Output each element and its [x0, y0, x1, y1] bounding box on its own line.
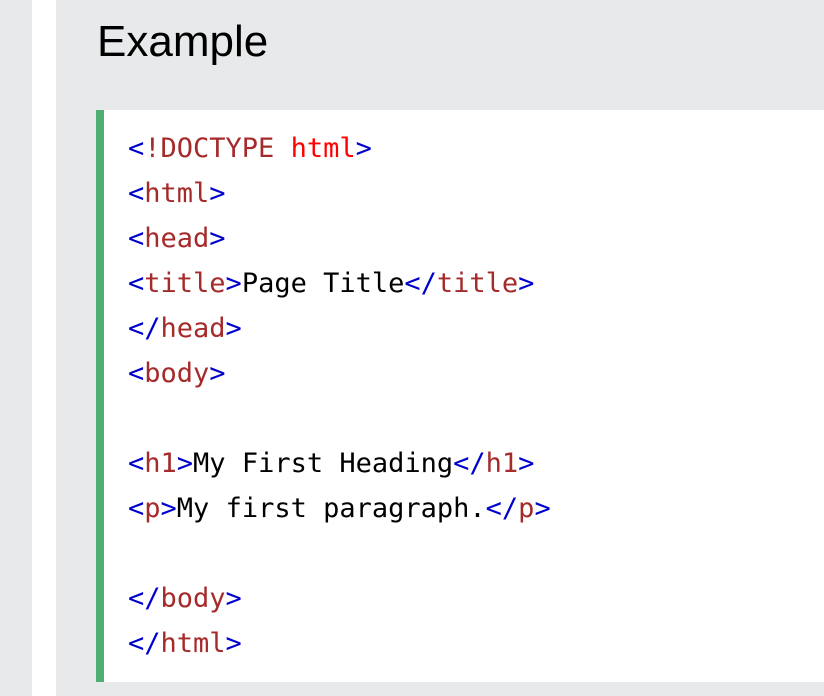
code-line: <head>: [128, 216, 551, 261]
code-token-text: My First Heading: [193, 448, 454, 479]
code-token-tag: h1: [485, 448, 519, 479]
code-token-bracket: <: [128, 178, 145, 209]
code-token-bracket: >: [176, 448, 194, 479]
code-line: <h1>My First Heading</h1>: [128, 441, 551, 486]
code-token-bracket: >: [225, 268, 242, 299]
code-token-bracket: <: [128, 448, 145, 479]
code-line: </html>: [128, 621, 551, 666]
code-line: </body>: [128, 576, 551, 621]
code-token-bracket: >: [160, 493, 177, 524]
code-token-tag: body: [144, 358, 210, 389]
code-token-bracket: >: [518, 448, 535, 479]
code-token-text: My first paragraph.: [176, 493, 486, 524]
code-token-bracket: </: [128, 583, 161, 614]
html-code[interactable]: <!DOCTYPE html> <html> <head> <title>Page T…: [128, 126, 551, 666]
code-token-tag: head: [144, 223, 210, 254]
code-token-tag: title: [436, 268, 519, 299]
code-token-bracket: </: [453, 448, 486, 479]
code-token-tag: title: [144, 268, 226, 299]
code-token-tag: html: [160, 628, 226, 659]
code-line: <body>: [128, 351, 551, 396]
code-token-tag: h1: [144, 448, 177, 479]
code-token-bracket: >: [518, 268, 535, 299]
code-line: <title>Page Title</title>: [128, 261, 551, 306]
code-token-bracket: >: [225, 628, 242, 659]
code-line: <!DOCTYPE html>: [128, 126, 551, 171]
code-token-bracket: <: [128, 268, 145, 299]
code-line: <p>My first paragraph.</p>: [128, 486, 551, 531]
code-token-attr: html: [274, 133, 356, 164]
page: Example <!DOCTYPE html> <html> <head> <titl…: [0, 0, 824, 696]
example-title: Example: [97, 17, 269, 66]
code-token-bracket: </: [485, 493, 519, 524]
code-block[interactable]: <!DOCTYPE html> <html> <head> <title>Page T…: [96, 110, 824, 682]
code-token-tag: body: [160, 583, 226, 614]
code-token-bracket: >: [209, 178, 226, 209]
code-line: </head>: [128, 306, 551, 351]
code-token-tag: !DOCTYPE: [144, 133, 275, 164]
code-token-tag: p: [518, 493, 535, 524]
code-token-bracket: >: [209, 223, 226, 254]
code-token-bracket: <: [128, 358, 145, 389]
code-token-text: Page Title: [241, 268, 405, 299]
code-token-bracket: </: [128, 628, 161, 659]
code-token-bracket: <: [128, 493, 145, 524]
example-panel: Example <!DOCTYPE html> <html> <head> <titl…: [56, 0, 824, 696]
code-token-bracket: >: [225, 583, 242, 614]
code-token-bracket: </: [128, 313, 161, 344]
code-token-bracket: <: [128, 133, 145, 164]
code-token-bracket: >: [355, 133, 372, 164]
code-token-tag: html: [144, 178, 210, 209]
code-token-bracket: >: [209, 358, 226, 389]
code-token-bracket: <: [128, 223, 145, 254]
code-token-bracket: >: [225, 313, 242, 344]
code-token-tag: p: [144, 493, 161, 524]
code-token-tag: head: [160, 313, 226, 344]
code-token-bracket: >: [534, 493, 551, 524]
code-token-bracket: </: [404, 268, 437, 299]
code-line: <html>: [128, 171, 551, 216]
left-sidebar-strip: [0, 0, 32, 696]
